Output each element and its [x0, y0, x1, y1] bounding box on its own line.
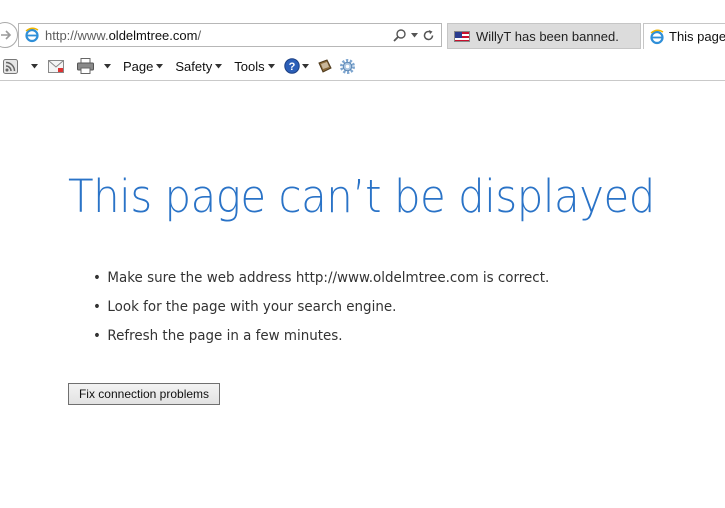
- bullet: •: [93, 298, 101, 315]
- fix-connection-button[interactable]: Fix connection problems: [68, 383, 220, 405]
- read-mail-button[interactable]: [48, 55, 64, 77]
- rss-feed-icon: [3, 58, 18, 74]
- tools-menu-label: Tools: [234, 58, 265, 74]
- safety-menu[interactable]: Safety: [175, 55, 223, 77]
- chevron-down-icon: [156, 63, 164, 68]
- help-icon: ?: [283, 58, 300, 74]
- chevron-down-icon: [31, 63, 38, 68]
- url-suffix: /: [197, 27, 202, 43]
- help-menu[interactable]: ?: [283, 55, 309, 77]
- address-url[interactable]: http://www.oldelmtree.com/: [45, 28, 393, 43]
- research-book-icon: [317, 58, 332, 73]
- forward-arrow-icon: [1, 30, 12, 40]
- ie-icon: [23, 26, 41, 44]
- suggestion-text: Look for the page with your search engin…: [107, 298, 397, 315]
- bullet: •: [93, 269, 101, 286]
- refresh-icon[interactable]: [422, 29, 435, 42]
- url-host: oldelmtree.com: [108, 27, 198, 43]
- forward-button[interactable]: [0, 22, 18, 48]
- page-menu[interactable]: Page: [123, 55, 164, 77]
- print-dropdown[interactable]: [104, 55, 111, 77]
- tab-willyt-label: WillyT has been banned.: [476, 28, 619, 44]
- tools-menu[interactable]: Tools: [234, 55, 275, 77]
- safety-menu-label: Safety: [175, 58, 213, 74]
- suggestion-text: Refresh the page in a few minutes.: [107, 327, 343, 344]
- chevron-down-icon: [267, 63, 275, 68]
- feeds-button[interactable]: [3, 55, 18, 77]
- chevron-down-icon: [104, 63, 111, 68]
- chevron-down-icon: [301, 63, 309, 68]
- list-item: • Look for the page with your search engi…: [93, 292, 549, 321]
- browser-top-bar: http://www.oldelmtree.com/ WillyT has be…: [0, 0, 725, 52]
- url-prefix: http://www.: [45, 27, 109, 43]
- tab-current[interactable]: This page c: [643, 23, 725, 49]
- mail-icon: [48, 59, 64, 73]
- page-content: This page can’t be displayed • Make sure …: [0, 82, 725, 508]
- suggestion-list: • Make sure the web address http://www.ol…: [93, 263, 568, 350]
- page-menu-label: Page: [123, 58, 154, 74]
- tab-current-label: This page c: [669, 29, 725, 44]
- research-button[interactable]: [317, 55, 333, 77]
- printer-icon: [77, 58, 94, 74]
- print-button[interactable]: [77, 55, 94, 77]
- address-tools: [393, 28, 435, 42]
- error-title: This page can’t be displayed: [68, 170, 655, 223]
- ie-icon: [649, 29, 665, 45]
- search-dropdown-icon[interactable]: [411, 32, 418, 38]
- list-item: • Refresh the page in a few minutes.: [93, 321, 549, 350]
- feeds-dropdown[interactable]: [31, 55, 38, 77]
- suggestion-text: Make sure the web address http://www.old…: [107, 269, 550, 286]
- gear-icon: [339, 58, 355, 74]
- tab-willyt[interactable]: WillyT has been banned.: [447, 23, 641, 49]
- bullet: •: [93, 327, 101, 344]
- search-icon[interactable]: [393, 28, 407, 42]
- us-flag-icon: [454, 30, 470, 42]
- settings-button[interactable]: [339, 55, 356, 77]
- command-bar: Page Safety Tools ?: [0, 52, 725, 81]
- svg-text:?: ?: [288, 61, 295, 73]
- chevron-down-icon: [215, 63, 223, 68]
- list-item: • Make sure the web address http://www.ol…: [93, 263, 549, 292]
- address-bar[interactable]: http://www.oldelmtree.com/: [18, 23, 442, 47]
